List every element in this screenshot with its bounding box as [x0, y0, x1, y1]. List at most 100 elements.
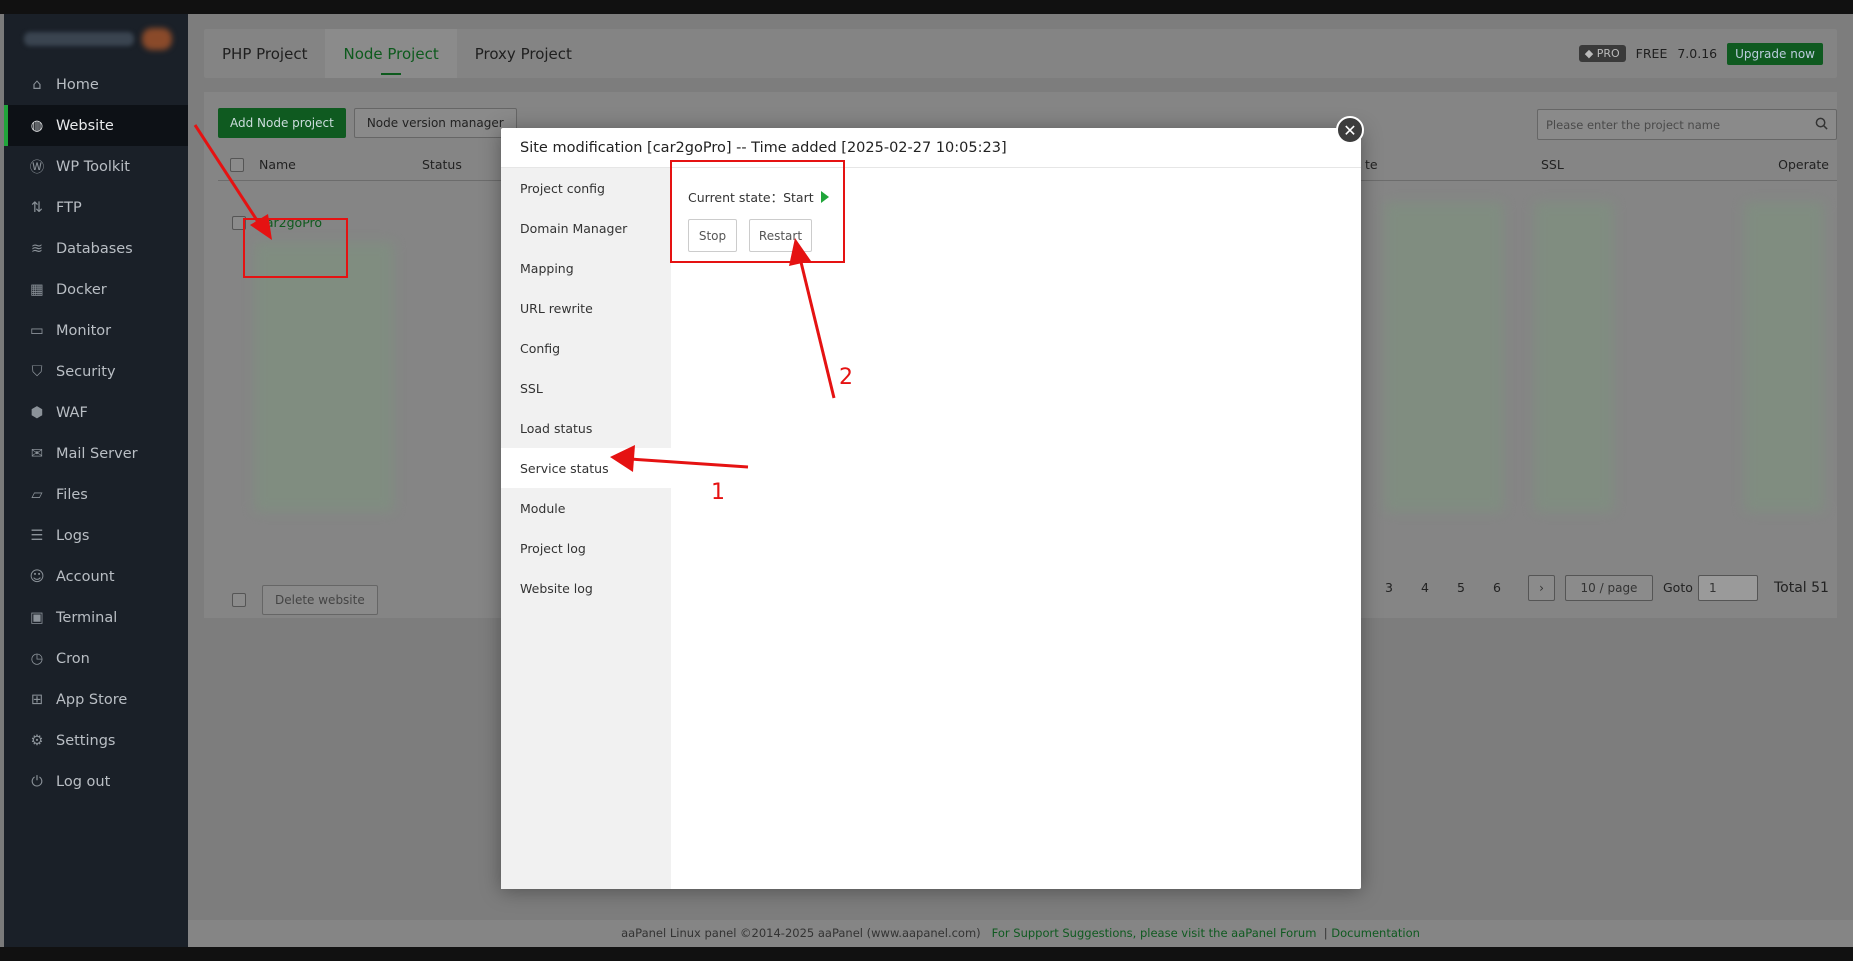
- sidebar-item-label: Security: [56, 363, 116, 380]
- sidebar-item-mail-server[interactable]: ✉ Mail Server: [4, 433, 188, 474]
- dialog-nav-service-status[interactable]: Service status: [501, 448, 671, 488]
- sidebar-item-label: Databases: [56, 240, 133, 257]
- page-number[interactable]: 6: [1493, 580, 1501, 595]
- sidebar-item-label: WP Toolkit: [56, 158, 130, 175]
- col-name: Name: [259, 157, 296, 172]
- col-time: te: [1365, 157, 1378, 172]
- dialog-nav-url-rewrite[interactable]: URL rewrite: [501, 288, 671, 328]
- upgrade-button[interactable]: Upgrade now: [1727, 42, 1823, 65]
- blurred-rows: [1744, 202, 1824, 512]
- sidebar-item-security[interactable]: ⛉ Security: [4, 351, 188, 392]
- sidebar-item-label: Terminal: [56, 609, 118, 626]
- sidebar-item-label: Docker: [56, 281, 107, 298]
- dialog-nav-website-log[interactable]: Website log: [501, 568, 671, 608]
- sidebar-item-ftp[interactable]: ⇅ FTP: [4, 187, 188, 228]
- database-icon: ≋: [30, 240, 44, 257]
- total-count: Total 51: [1774, 580, 1829, 596]
- sidebar-item-files[interactable]: ▱ Files: [4, 474, 188, 515]
- page-number[interactable]: 5: [1457, 580, 1465, 595]
- folder-icon: ▱: [31, 486, 43, 503]
- edition-info: ◆ PRO FREE 7.0.16 Upgrade now: [1578, 42, 1837, 65]
- sidebar-menu: ⌂ Home ◍ Website Ⓦ WP Toolkit ⇅ FTP ≋ Databases ▦ D…: [4, 64, 188, 802]
- sidebar-item-cron[interactable]: ◷ Cron: [4, 638, 188, 679]
- delete-website-button[interactable]: Delete website: [262, 585, 378, 615]
- footer-docs-link[interactable]: Documentation: [1331, 926, 1420, 940]
- list-toolbar: Add Node project Node version manager: [218, 108, 517, 138]
- close-icon[interactable]: ✕: [1336, 116, 1364, 144]
- per-page-select[interactable]: 10 / page: [1565, 575, 1653, 601]
- sidebar-item-monitor[interactable]: ▭ Monitor: [4, 310, 188, 351]
- dialog-nav-module[interactable]: Module: [501, 488, 671, 528]
- project-name-link[interactable]: car2goPro: [259, 215, 322, 230]
- mail-icon: ✉: [30, 445, 44, 462]
- project-search-input[interactable]: Please enter the project name: [1537, 109, 1837, 140]
- sidebar-item-waf[interactable]: ⬢ WAF: [4, 392, 188, 433]
- sidebar-item-docker[interactable]: ▦ Docker: [4, 269, 188, 310]
- sidebar-item-settings[interactable]: ⚙ Settings: [4, 720, 188, 761]
- stop-button[interactable]: Stop: [688, 219, 737, 252]
- search-icon[interactable]: [1815, 117, 1828, 133]
- sidebar-item-label: Mail Server: [56, 445, 138, 462]
- logo-icon: [142, 28, 172, 50]
- current-state-label: Current state：Start: [688, 190, 814, 205]
- play-icon: [820, 190, 829, 203]
- sidebar-item-wp-toolkit[interactable]: Ⓦ WP Toolkit: [4, 146, 188, 187]
- site-modification-dialog: Site modification [car2goPro] -- Time ad…: [501, 116, 1364, 889]
- terminal-icon: ▣: [30, 609, 44, 626]
- logo-text-blurred: [24, 32, 134, 46]
- row-checkbox[interactable]: [232, 216, 246, 230]
- gear-icon: ⚙: [30, 732, 44, 749]
- sidebar-item-home[interactable]: ⌂ Home: [4, 64, 188, 105]
- page-number[interactable]: 4: [1421, 580, 1429, 595]
- sidebar-item-label: Settings: [56, 732, 116, 749]
- dialog-nav-project-log[interactable]: Project log: [501, 528, 671, 568]
- tab-php-project[interactable]: PHP Project: [204, 29, 325, 78]
- edition-label: FREE: [1635, 46, 1668, 61]
- step-2-label: 2: [839, 365, 853, 390]
- dialog-nav-load-status[interactable]: Load status: [501, 408, 671, 448]
- next-page-button[interactable]: ›: [1528, 575, 1555, 601]
- dialog-title: Site modification [car2goPro] -- Time ad…: [501, 128, 1361, 168]
- sidebar-item-app-store[interactable]: ⊞ App Store: [4, 679, 188, 720]
- page-number[interactable]: 3: [1385, 580, 1393, 595]
- sidebar-item-terminal[interactable]: ▣ Terminal: [4, 597, 188, 638]
- restart-button[interactable]: Restart: [749, 219, 812, 252]
- tab-node-project[interactable]: Node Project: [325, 29, 457, 78]
- blurred-rows: [1384, 202, 1504, 512]
- diamond-icon: ◆: [1584, 47, 1597, 60]
- dialog-nav-project-config[interactable]: Project config: [501, 168, 671, 208]
- dialog-nav-mapping[interactable]: Mapping: [501, 248, 671, 288]
- dialog-nav-config[interactable]: Config: [501, 328, 671, 368]
- dialog-nav-domain-manager[interactable]: Domain Manager: [501, 208, 671, 248]
- step-1-label: 1: [711, 480, 725, 505]
- apps-icon: ⊞: [30, 691, 44, 708]
- sidebar-item-databases[interactable]: ≋ Databases: [4, 228, 188, 269]
- pro-badge[interactable]: ◆ PRO: [1578, 45, 1626, 62]
- sidebar-item-account[interactable]: ☺ Account: [4, 556, 188, 597]
- blurred-rows: [254, 242, 394, 512]
- footer-copyright: aaPanel Linux panel ©2014-2025 aaPanel (…: [621, 926, 981, 940]
- add-node-project-button[interactable]: Add Node project: [218, 108, 346, 138]
- version-label: 7.0.16: [1677, 46, 1718, 61]
- footer-support-link[interactable]: For Support Suggestions, please visit th…: [992, 926, 1317, 940]
- clock-icon: ◷: [30, 650, 44, 667]
- goto-page-input[interactable]: 1: [1698, 575, 1758, 601]
- select-all-checkbox[interactable]: [230, 158, 244, 172]
- goto-label: Goto: [1663, 580, 1693, 595]
- node-version-manager-button[interactable]: Node version manager: [353, 108, 517, 138]
- sidebar-item-log-out[interactable]: ⏻ Log out: [4, 761, 188, 802]
- logout-icon: ⏻: [31, 773, 43, 790]
- bulk-select-checkbox[interactable]: [232, 593, 246, 607]
- tab-proxy-project[interactable]: Proxy Project: [457, 29, 590, 78]
- ftp-icon: ⇅: [30, 199, 44, 216]
- sidebar: ⌂ Home ◍ Website Ⓦ WP Toolkit ⇅ FTP ≋ Databases ▦ D…: [4, 14, 188, 947]
- sidebar-item-label: Account: [56, 568, 115, 585]
- logo: [4, 14, 188, 64]
- sidebar-item-website[interactable]: ◍ Website: [4, 105, 188, 146]
- sidebar-item-label: Website: [56, 117, 114, 134]
- home-icon: ⌂: [32, 76, 42, 93]
- sidebar-item-logs[interactable]: ☰ Logs: [4, 515, 188, 556]
- dialog-nav-ssl[interactable]: SSL: [501, 368, 671, 408]
- sidebar-item-label: Files: [56, 486, 88, 503]
- sidebar-item-label: Logs: [56, 527, 90, 544]
